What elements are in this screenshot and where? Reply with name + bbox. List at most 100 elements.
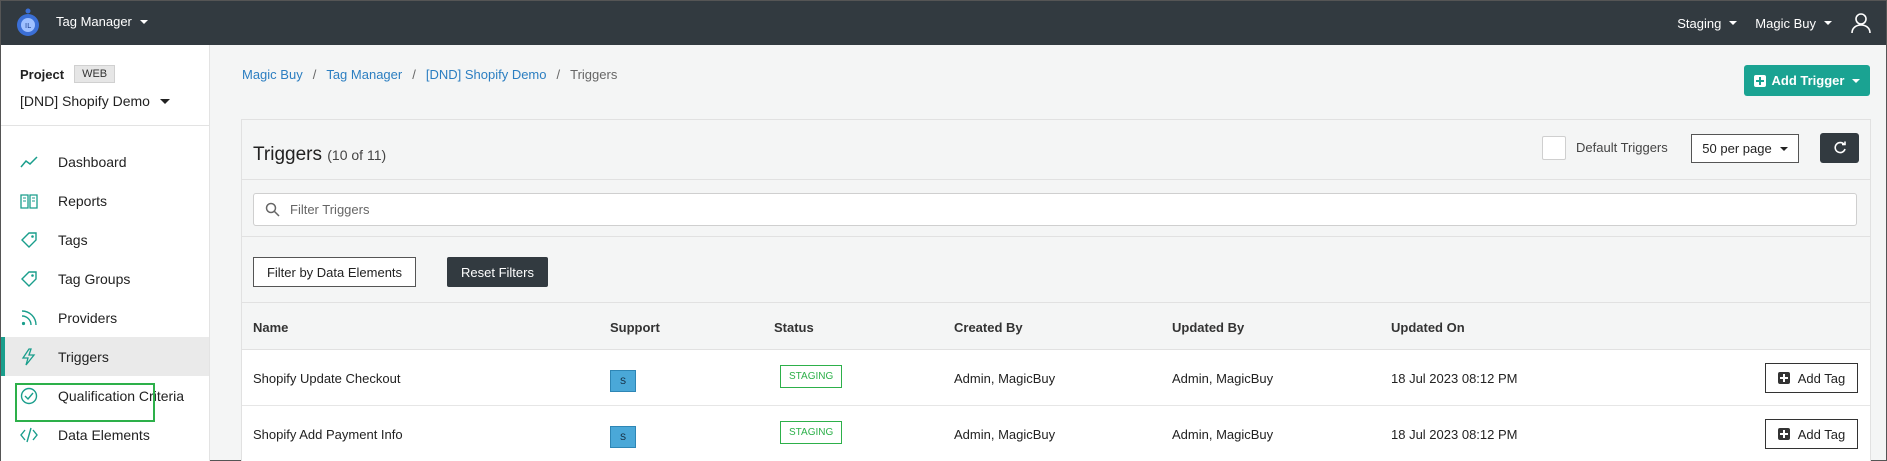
per-page-label: 50 per page (1702, 141, 1772, 156)
account-label: Magic Buy (1755, 15, 1816, 31)
project-label: Project (20, 66, 65, 82)
breadcrumb-separator: / (556, 67, 561, 82)
table-row[interactable]: Shopify Update Checkout S STAGING Admin,… (242, 350, 1870, 406)
book-icon (20, 194, 38, 209)
triggers-panel: Triggers (10 of 11) Default Triggers 50 … (241, 119, 1871, 461)
sidebar-item-label: Triggers (58, 348, 109, 365)
status-badge: STAGING (780, 365, 843, 388)
project-selector[interactable]: [DND] Shopify Demo (20, 93, 209, 109)
project-name: [DND] Shopify Demo (20, 93, 150, 109)
breadcrumb-current: Triggers (570, 67, 618, 82)
selection-highlight (15, 383, 155, 422)
sidebar-item-dashboard[interactable]: Dashboard (1, 142, 209, 181)
project-type-badge: WEB (74, 65, 116, 83)
sidebar-item-reports[interactable]: Reports (1, 181, 209, 220)
created-by: Admin, MagicBuy (954, 427, 1056, 442)
sidebar-item-label: Data Elements (58, 426, 150, 443)
chevron-down-icon (139, 19, 148, 24)
chevron-down-icon (1779, 146, 1788, 151)
breadcrumb-separator: / (412, 67, 416, 82)
chevron-down-icon (159, 98, 170, 104)
add-tag-button[interactable]: Add Tag (1765, 363, 1858, 393)
bolt-icon (21, 348, 36, 366)
app-logo-icon[interactable]: IL (13, 7, 43, 39)
sidebar: Project WEB [DND] Shopify Demo Dashboard… (1, 45, 210, 461)
chart-line-icon (20, 156, 38, 168)
trigger-name[interactable]: Shopify Update Checkout (253, 371, 400, 386)
project-block: Project WEB [DND] Shopify Demo (1, 45, 209, 126)
rss-icon (21, 310, 37, 326)
page-title: Triggers (10 of 11) (253, 144, 386, 166)
default-triggers-checkbox[interactable] (1542, 136, 1566, 160)
refresh-button[interactable] (1820, 133, 1859, 163)
updated-on: 18 Jul 2023 08:12 PM (1391, 427, 1518, 442)
app-switcher[interactable]: Tag Manager (56, 14, 148, 29)
app-name: Tag Manager (56, 14, 132, 29)
chevron-down-icon (1824, 21, 1832, 25)
sidebar-item-label: Providers (58, 309, 118, 326)
column-header-created-by[interactable]: Created By (954, 320, 1023, 335)
add-tag-label: Add Tag (1797, 426, 1846, 442)
add-tag-button[interactable]: Add Tag (1765, 419, 1858, 449)
triggers-table: Name Support Status Created By Updated B… (242, 303, 1870, 461)
column-header-updated-on[interactable]: Updated On (1391, 320, 1465, 335)
add-trigger-label: Add Trigger (1771, 73, 1845, 88)
updated-by: Admin, MagicBuy (1172, 371, 1274, 386)
trigger-name[interactable]: Shopify Add Payment Info (253, 427, 403, 442)
chevron-down-icon (1852, 78, 1861, 83)
trigger-count: (10 of 11) (327, 147, 387, 163)
tag-icon (21, 232, 37, 248)
updated-by: Admin, MagicBuy (1172, 427, 1274, 442)
updated-on: 18 Jul 2023 08:12 PM (1391, 371, 1518, 386)
sidebar-item-triggers[interactable]: Triggers (1, 337, 209, 376)
chevron-down-icon (1729, 21, 1738, 25)
table-row[interactable]: Shopify Add Payment Info S STAGING Admin… (242, 406, 1870, 461)
sidebar-item-tag-groups[interactable]: Tag Groups (1, 259, 209, 298)
user-icon[interactable] (1850, 12, 1872, 34)
column-header-updated-by[interactable]: Updated By (1172, 320, 1244, 335)
top-bar: IL Tag Manager Staging Magic Buy (1, 1, 1886, 45)
breadcrumb-link-tag-manager[interactable]: Tag Manager (326, 67, 402, 82)
tag-icon (21, 271, 37, 287)
code-icon (20, 427, 38, 443)
refresh-icon (1833, 141, 1846, 154)
status-badge: STAGING (780, 421, 843, 444)
account-dropdown[interactable]: Magic Buy (1755, 16, 1832, 31)
sidebar-item-label: Dashboard (58, 153, 127, 170)
sidebar-item-tags[interactable]: Tags (1, 220, 209, 259)
sidebar-item-providers[interactable]: Providers (1, 298, 209, 337)
breadcrumb-link-account[interactable]: Magic Buy (242, 67, 303, 82)
column-header-support[interactable]: Support (610, 320, 660, 335)
add-trigger-button[interactable]: Add Trigger (1744, 65, 1870, 96)
support-badge: S (610, 426, 636, 448)
column-header-status[interactable]: Status (774, 320, 814, 335)
search-section (242, 180, 1870, 237)
plus-square-icon (1777, 372, 1790, 384)
breadcrumb: Magic Buy / Tag Manager / [DND] Shopify … (242, 67, 617, 82)
search-box (253, 193, 1857, 226)
sidebar-item-label: Tag Groups (58, 270, 131, 287)
environment-dropdown[interactable]: Staging (1677, 15, 1738, 31)
svg-text:IL: IL (25, 22, 31, 30)
panel-title-text: Triggers (253, 144, 322, 165)
filter-row: Filter by Data Elements Reset Filters (242, 237, 1870, 303)
plus-square-icon (1777, 428, 1790, 440)
created-by: Admin, MagicBuy (954, 371, 1056, 386)
reset-filters-button[interactable]: Reset Filters (447, 257, 548, 287)
breadcrumb-link-project[interactable]: [DND] Shopify Demo (426, 67, 547, 82)
environment-label: Staging (1677, 15, 1722, 31)
per-page-dropdown[interactable]: 50 per page (1691, 134, 1799, 163)
support-badge: S (610, 370, 636, 392)
sidebar-item-label: Tags (58, 231, 88, 248)
column-header-name[interactable]: Name (253, 320, 288, 335)
default-triggers-label: Default Triggers (1576, 140, 1668, 155)
panel-header: Triggers (10 of 11) Default Triggers 50 … (242, 120, 1870, 180)
add-tag-label: Add Tag (1797, 370, 1846, 386)
plus-square-icon (1753, 74, 1766, 87)
filter-by-data-elements-button[interactable]: Filter by Data Elements (253, 257, 416, 287)
sidebar-item-label: Reports (58, 192, 108, 209)
breadcrumb-separator: / (312, 67, 317, 82)
table-header: Name Support Status Created By Updated B… (242, 303, 1870, 350)
search-icon (265, 202, 280, 217)
filter-triggers-input[interactable] (290, 194, 1840, 225)
